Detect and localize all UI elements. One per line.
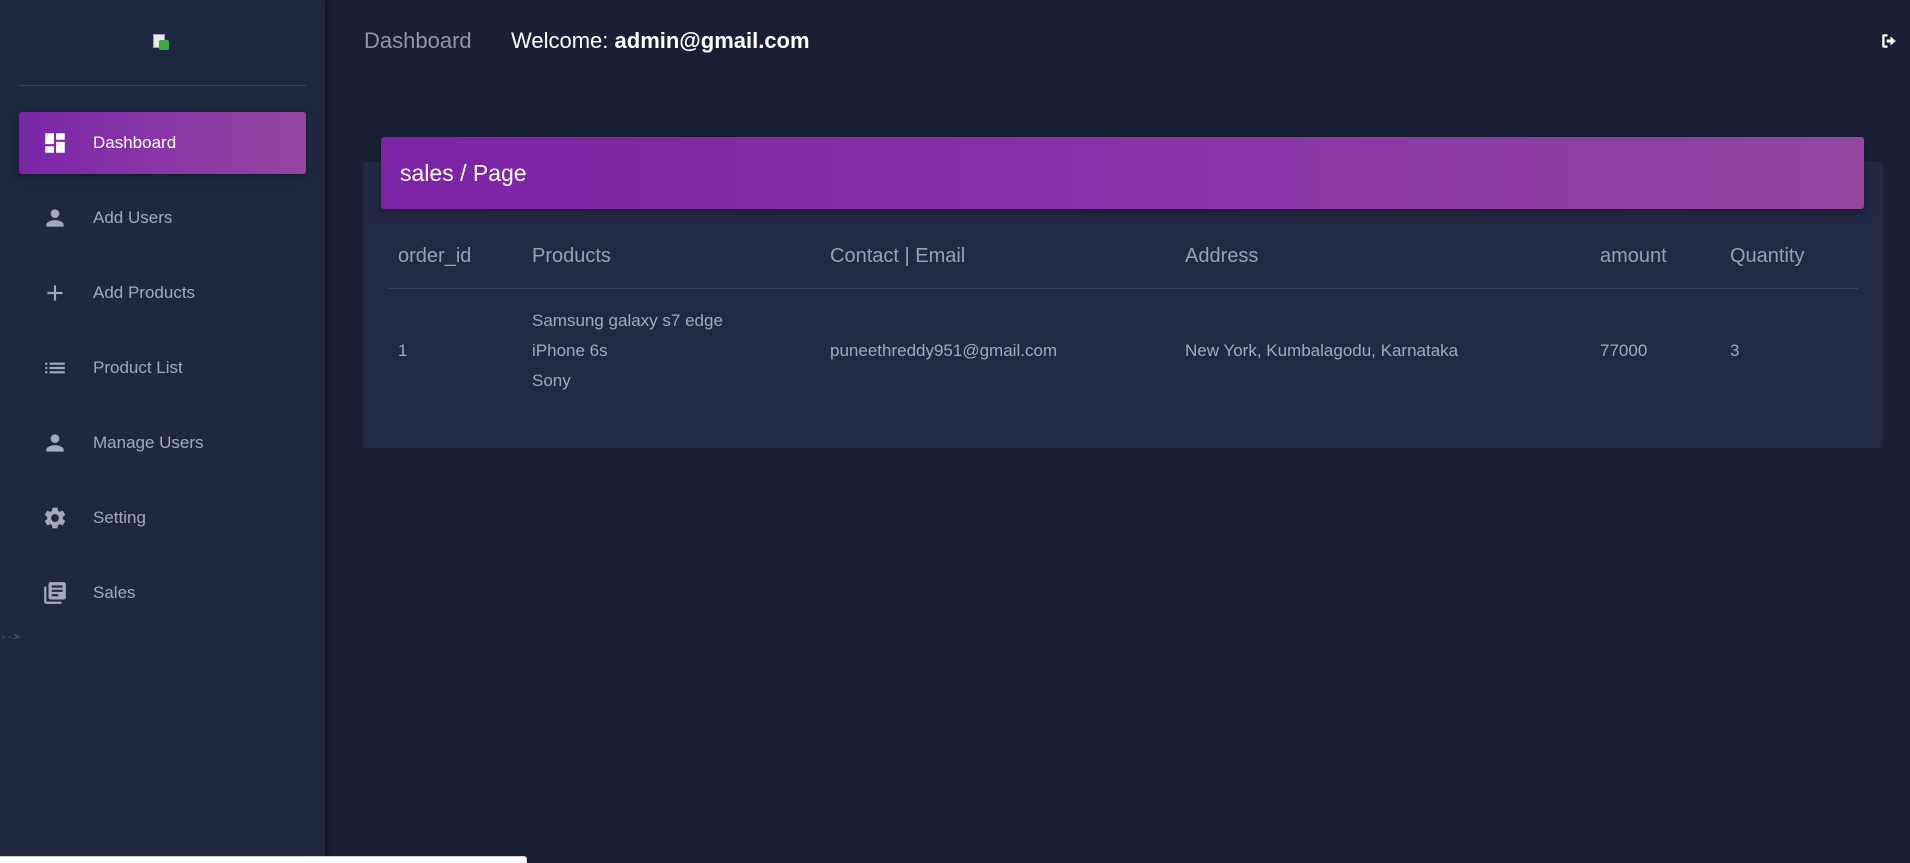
column-header-products: Products <box>522 234 820 289</box>
sidebar-item-product-list[interactable]: Product List <box>19 337 306 399</box>
table-row: 1 Samsung galaxy s7 edge iPhone 6s Sony … <box>388 288 1858 413</box>
gear-icon <box>41 504 69 532</box>
library-books-icon <box>41 579 69 607</box>
column-header-quantity: Quantity <box>1720 234 1858 289</box>
sidebar-divider <box>19 85 306 86</box>
person-icon <box>41 429 69 457</box>
sidebar-item-setting[interactable]: Setting <box>19 487 306 549</box>
cell-quantity: 3 <box>1730 340 1740 360</box>
sidebar-nav: Dashboard Add Users Add Products Product… <box>19 112 306 637</box>
card-header: sales / Page <box>381 137 1864 209</box>
cell-address: New York, Kumbalagodu, Karnataka <box>1185 340 1459 360</box>
stray-comment-text: --> <box>0 630 20 643</box>
sidebar-item-add-users[interactable]: Add Users <box>19 187 306 249</box>
logo-area <box>0 0 325 86</box>
sidebar-item-label: Add Products <box>93 283 196 302</box>
sidebar-item-label: Sales <box>93 583 136 602</box>
cell-email: puneethreddy951@gmail.com <box>830 340 1058 360</box>
sales-table: order_id Products Contact | Email Addres… <box>388 234 1858 413</box>
cell-products: Samsung galaxy s7 edge iPhone 6s Sony <box>522 288 820 413</box>
sidebar-item-label: Setting <box>93 508 146 527</box>
welcome-user: admin@gmail.com <box>614 28 810 53</box>
sidebar-item-add-products[interactable]: Add Products <box>19 262 306 324</box>
product-item: Samsung galaxy s7 edge <box>532 310 723 330</box>
list-icon <box>41 354 69 382</box>
column-header-contact-email: Contact | Email <box>820 234 1175 289</box>
sidebar-item-label: Product List <box>93 358 183 377</box>
dashboard-icon <box>41 129 69 157</box>
column-header-address: Address <box>1175 234 1590 289</box>
topbar: Dashboard Welcome: admin@gmail.com <box>325 0 1910 86</box>
sidebar-item-manage-users[interactable]: Manage Users <box>19 412 306 474</box>
sidebar-item-sales[interactable]: Sales <box>19 562 306 624</box>
bottom-popup-edge <box>0 856 527 863</box>
plus-icon <box>41 279 69 307</box>
sidebar-item-label: Add Users <box>93 208 173 227</box>
person-icon <box>41 204 69 232</box>
column-header-amount: amount <box>1590 234 1720 289</box>
cell-amount: 77000 <box>1600 340 1648 360</box>
sidebar: Dashboard Add Users Add Products Product… <box>0 0 325 863</box>
welcome-message: Welcome: admin@gmail.com <box>511 28 810 54</box>
cell-order-id: 1 <box>398 340 408 360</box>
broken-image-logo-icon[interactable] <box>153 34 173 54</box>
logout-icon[interactable] <box>1880 32 1900 52</box>
sidebar-item-dashboard[interactable]: Dashboard <box>19 112 306 174</box>
page-title[interactable]: Dashboard <box>364 28 472 54</box>
table-header-row: order_id Products Contact | Email Addres… <box>388 234 1858 289</box>
sidebar-item-label: Manage Users <box>93 433 204 452</box>
sidebar-item-label: Dashboard <box>93 133 177 152</box>
welcome-prefix: Welcome: <box>511 28 615 53</box>
product-item: iPhone 6s <box>532 340 608 360</box>
column-header-order-id: order_id <box>388 234 522 289</box>
product-item: Sony <box>532 370 571 390</box>
